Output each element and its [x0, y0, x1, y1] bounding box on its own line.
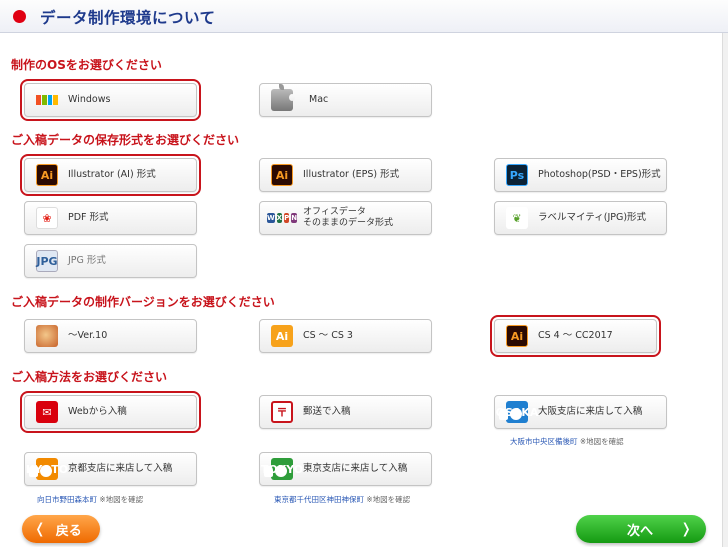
section-title-os: 制作のOSをお選びください — [11, 58, 162, 72]
kyoto-address: 向日市野田森本町 — [37, 495, 97, 504]
chevron-right-icon: ❭ — [680, 521, 692, 537]
page-header: データ制作環境について — [0, 0, 728, 33]
method-tokyo-label: 東京支店に来店して入稿 — [303, 463, 408, 474]
osaka-address: 大阪市中央区備後町 — [510, 437, 578, 446]
kyoto-map-link[interactable]: 向日市野田森本町 ※地図を確認 — [37, 494, 143, 505]
format-eps-button[interactable]: Ai Illustrator (EPS) 形式 — [259, 158, 432, 192]
version-cs-cs3-label: CS ～ CS 3 — [303, 330, 353, 341]
format-jpg-label: JPG 形式 — [68, 255, 106, 266]
version-ver10-button[interactable]: ～Ver.10 — [24, 319, 197, 353]
next-label: 次へ — [627, 523, 654, 539]
back-label: 戻る — [55, 523, 82, 539]
mail-icon: 〒 — [271, 401, 293, 423]
apple-logo-icon — [271, 84, 295, 111]
method-web-label: Webから入稿 — [68, 406, 127, 417]
format-eps-label: Illustrator (EPS) 形式 — [303, 169, 400, 180]
format-psd-button[interactable]: Ps Photoshop(PSD・EPS)形式 — [494, 158, 667, 192]
format-ai-label: Illustrator (AI) 形式 — [68, 169, 156, 180]
version-cs4-cc2017-label: CS 4 ～ CC2017 — [538, 330, 613, 341]
format-office-label: オフィスデータ そのままのデータ形式 — [303, 207, 393, 229]
page-title: データ制作環境について — [40, 9, 216, 27]
format-pdf-button[interactable]: ❀ PDF 形式 — [24, 201, 197, 235]
windows-logo-icon — [36, 89, 58, 111]
format-psd-label: Photoshop(PSD・EPS)形式 — [538, 169, 661, 180]
format-labelmighty-label: ラベルマイティ(JPG)形式 — [538, 212, 647, 223]
method-kyoto-label: 京都支店に来店して入稿 — [68, 463, 173, 474]
os-mac-button[interactable]: Mac — [259, 83, 432, 117]
format-office-button[interactable]: WX PN オフィスデータ そのままのデータ形式 — [259, 201, 432, 235]
format-ai-button[interactable]: Ai Illustrator (AI) 形式 — [20, 154, 201, 196]
method-mail-label: 郵送で入稿 — [303, 406, 351, 417]
web-upload-icon: ✉ — [36, 401, 58, 423]
method-kyoto-button[interactable]: KYOTO 京都支店に来店して入稿 — [24, 452, 197, 486]
next-button[interactable]: 次へ ❭ — [576, 515, 706, 543]
os-windows-button[interactable]: Windows — [20, 79, 201, 121]
tokyo-store-icon: TOKYO — [261, 458, 303, 480]
tokyo-map-note: ※地図を確認 — [366, 495, 411, 504]
osaka-store-icon: OSAKA — [496, 401, 538, 423]
format-labelmighty-button[interactable]: ❦ ラベルマイティ(JPG)形式 — [494, 201, 667, 235]
version-ver10-label: ～Ver.10 — [68, 330, 108, 341]
format-office-label-line1: オフィスデータ — [303, 207, 366, 217]
leaf-icon: ❦ — [506, 207, 528, 229]
photoshop-icon: Ps — [506, 164, 528, 186]
version-cs4-cc2017-button[interactable]: Ai CS 4 ～ CC2017 — [490, 315, 661, 357]
scrollbar-track[interactable] — [722, 33, 728, 547]
version-cs-cs3-button[interactable]: Ai CS ～ CS 3 — [259, 319, 432, 353]
os-mac-label: Mac — [309, 94, 329, 105]
format-jpg-button[interactable]: JPG JPG 形式 — [24, 244, 197, 278]
office-icon: WX PN — [266, 213, 298, 223]
illustrator-cs-icon: Ai — [271, 325, 293, 347]
chevron-left-icon: ❬ — [34, 521, 46, 537]
kyoto-map-note: ※地図を確認 — [99, 495, 144, 504]
method-osaka-label: 大阪支店に来店して入稿 — [538, 406, 643, 417]
method-osaka-button[interactable]: OSAKA 大阪支店に来店して入稿 — [494, 395, 667, 429]
legacy-illustrator-icon — [36, 325, 58, 347]
format-pdf-label: PDF 形式 — [68, 212, 109, 223]
tokyo-address: 東京都千代田区神田神保町 — [274, 495, 364, 504]
header-dot-icon — [13, 10, 26, 23]
os-windows-label: Windows — [68, 94, 111, 105]
tokyo-map-link[interactable]: 東京都千代田区神田神保町 ※地図を確認 — [274, 494, 410, 505]
section-title-format: ご入稿データの保存形式をお選びください — [11, 133, 240, 147]
illustrator-cc-icon: Ai — [506, 325, 528, 347]
section-title-method: ご入稿方法をお選びください — [11, 370, 168, 384]
method-tokyo-button[interactable]: TOKYO 東京支店に来店して入稿 — [259, 452, 432, 486]
jpg-icon: JPG — [36, 250, 58, 272]
illustrator-icon: Ai — [36, 164, 58, 186]
method-web-button[interactable]: ✉ Webから入稿 — [20, 391, 201, 433]
method-mail-button[interactable]: 〒 郵送で入稿 — [259, 395, 432, 429]
section-title-version: ご入稿データの制作バージョンをお選びください — [11, 295, 275, 309]
osaka-map-link[interactable]: 大阪市中央区備後町 ※地図を確認 — [510, 436, 624, 447]
kyoto-store-icon: KYOTO — [26, 458, 68, 480]
pdf-icon: ❀ — [36, 207, 58, 229]
format-office-label-line2: そのままのデータ形式 — [303, 218, 394, 228]
illustrator-icon: Ai — [271, 164, 293, 186]
back-button[interactable]: ❬ 戻る — [22, 515, 100, 543]
osaka-map-note: ※地図を確認 — [579, 437, 624, 446]
